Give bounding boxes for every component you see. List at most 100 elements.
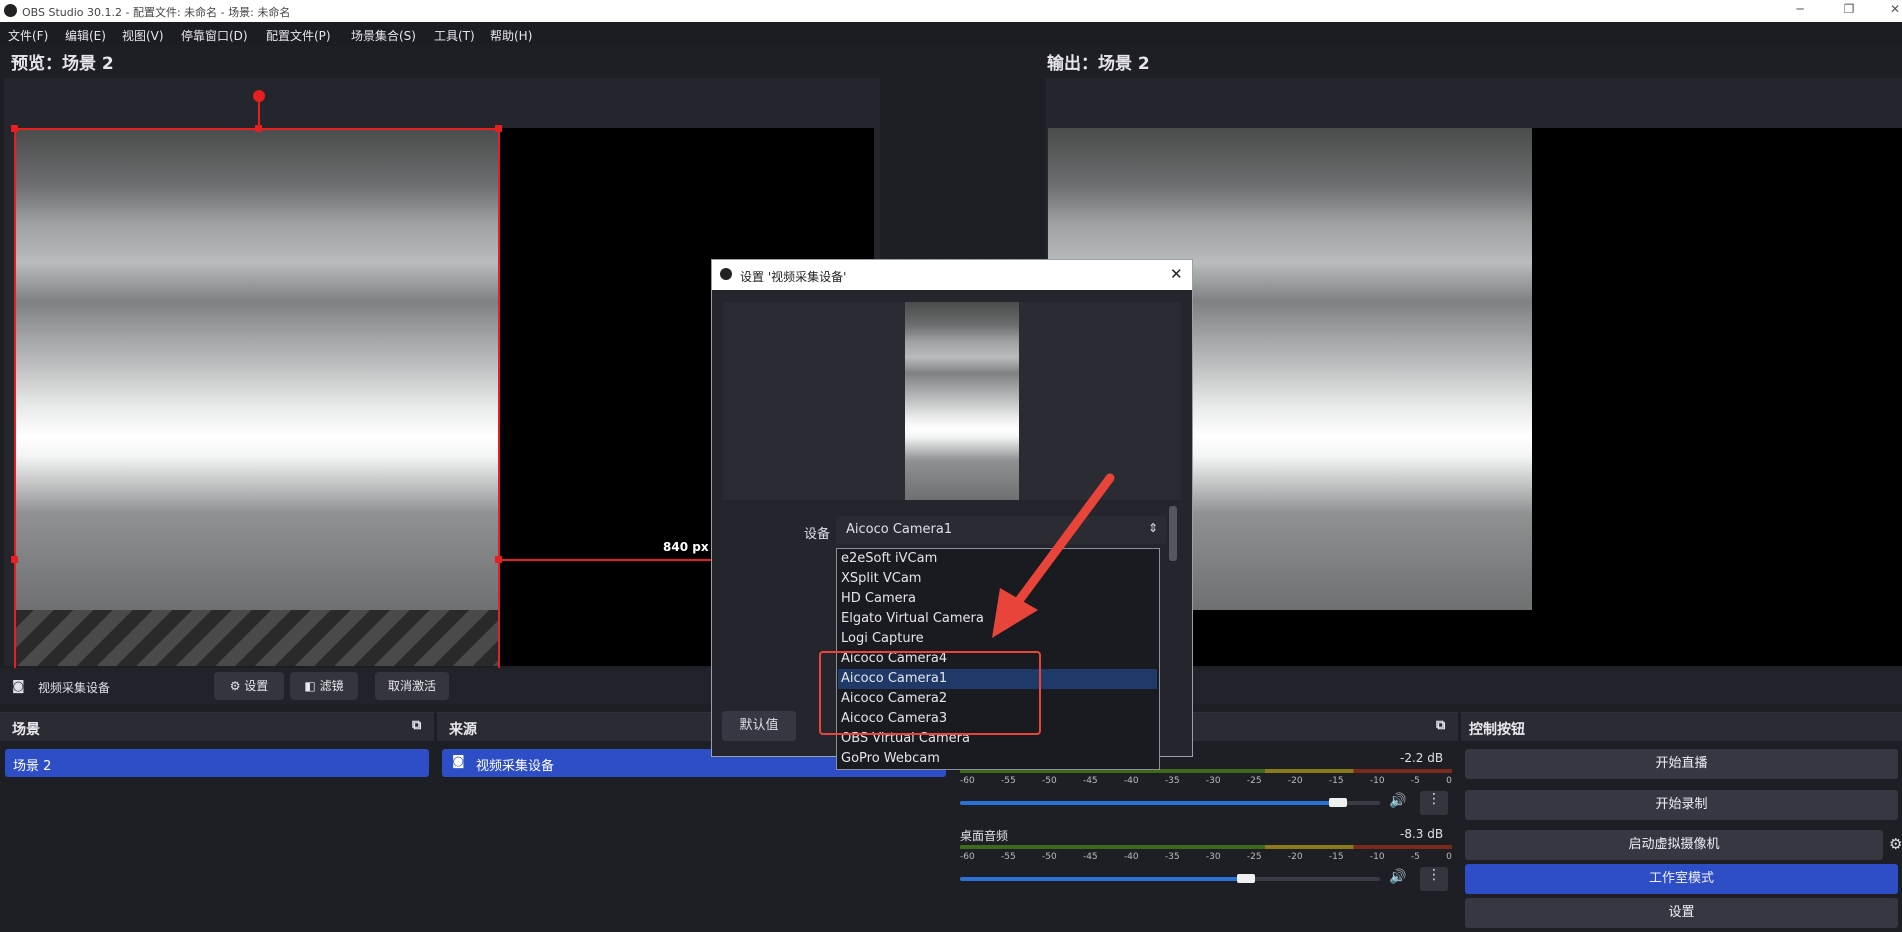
menu-profile[interactable]: 配置文件(P) <box>266 27 331 44</box>
channel-2-menu-button[interactable]: ⋮ <box>1420 867 1448 891</box>
controls-dock-title: 控制按钮 <box>1469 722 1525 738</box>
window-title: OBS Studio 30.1.2 - 配置文件: 未命名 - 场景: 未命名 <box>22 6 291 19</box>
source-settings-label: 设置 <box>244 679 269 693</box>
obs-logo-icon <box>4 4 17 17</box>
scale-tick: -5 <box>1410 852 1420 862</box>
resize-handle-tr[interactable] <box>495 125 502 132</box>
start-streaming-button[interactable]: 开始直播 <box>1465 749 1898 779</box>
obs-logo-icon <box>720 268 732 280</box>
menu-scene-collection[interactable]: 场景集合(S) <box>351 27 416 44</box>
camera-icon: ◙ <box>452 754 465 769</box>
selected-source-name: 视频采集设备 <box>38 681 111 695</box>
scale-tick: -55 <box>1000 852 1016 862</box>
settings-button[interactable]: 设置 <box>1465 898 1898 928</box>
restore-icon[interactable]: ❐ <box>1834 2 1864 16</box>
scenes-dock: 场景 ⧉ 场景 2 <box>0 712 434 932</box>
menu-edit[interactable]: 编辑(E) <box>65 27 106 44</box>
scale-tick: -10 <box>1369 852 1385 862</box>
more-vertical-icon: ⋮ <box>1427 867 1441 883</box>
more-vertical-icon: ⋮ <box>1427 791 1441 807</box>
defaults-button[interactable]: 默认值 <box>722 711 796 741</box>
selection-box[interactable] <box>14 128 500 668</box>
dialog-scrollbar[interactable] <box>1169 506 1177 561</box>
annotation-highlight-box <box>819 651 1041 735</box>
preview-title: 预览：场景 2 <box>11 54 114 74</box>
annotation-arrow <box>992 473 1115 638</box>
channel-2-volume-knob[interactable] <box>1236 874 1255 883</box>
scale-tick: -60 <box>960 776 975 786</box>
channel-1-scale: -60 -55 -50 -45 -40 -35 -30 -25 -20 -15 -10 -5 0 <box>960 776 1452 786</box>
minimize-icon[interactable]: ─ <box>1785 2 1815 16</box>
deactivate-button[interactable]: 取消激活 <box>375 672 449 700</box>
channel-1-volume-knob[interactable] <box>1329 798 1347 807</box>
channel-2-db: -8.3 dB <box>1400 827 1444 841</box>
scene-item-label: 场景 2 <box>13 759 52 774</box>
scale-tick: -15 <box>1328 776 1344 786</box>
start-recording-button[interactable]: 开始录制 <box>1465 790 1898 820</box>
scale-tick: -15 <box>1328 852 1344 862</box>
scenes-dock-title: 场景 <box>12 722 40 738</box>
menu-view[interactable]: 视图(V) <box>122 27 164 44</box>
scale-tick: 0 <box>1446 776 1452 786</box>
menu-file[interactable]: 文件(F) <box>8 27 48 44</box>
channel-2-volume-fill <box>960 877 1246 881</box>
scale-tick: -40 <box>1123 776 1139 786</box>
gear-icon: ⚙ <box>229 679 245 693</box>
close-icon[interactable]: ✕ <box>1170 265 1183 283</box>
dialog-title: 设置 '视频采集设备' <box>740 270 847 284</box>
rotation-handle[interactable] <box>253 90 265 102</box>
scale-tick: -40 <box>1123 852 1139 862</box>
scale-tick: -50 <box>1041 776 1057 786</box>
undock-icon[interactable]: ⧉ <box>1436 718 1445 733</box>
channel-1-menu-button[interactable]: ⋮ <box>1420 791 1448 815</box>
scale-tick: 0 <box>1446 852 1452 862</box>
dialog-title-bar: 设置 '视频采集设备' ✕ <box>712 260 1192 290</box>
resize-handle-left[interactable] <box>11 556 18 563</box>
channel-1-db: -2.2 dB <box>1400 751 1444 765</box>
source-filters-button[interactable]: ◧ 滤镜 <box>290 672 358 700</box>
scale-tick: -20 <box>1287 852 1303 862</box>
scale-tick: -55 <box>1000 776 1016 786</box>
studio-mode-button[interactable]: 工作室模式 <box>1465 864 1898 894</box>
source-settings-button[interactable]: ⚙ 设置 <box>214 672 284 700</box>
close-icon[interactable]: ✕ <box>1880 2 1902 16</box>
scale-tick: -5 <box>1410 776 1420 786</box>
channel-2-volume-slider[interactable] <box>960 874 1380 883</box>
channel-2-meter <box>960 845 1452 849</box>
scale-tick: -45 <box>1082 852 1098 862</box>
program-title: 输出：场景 2 <box>1047 54 1150 74</box>
menu-docks[interactable]: 停靠窗口(D) <box>181 27 248 44</box>
scale-tick: -10 <box>1369 776 1385 786</box>
rotation-handle-stem <box>258 98 260 128</box>
window-title-bar: OBS Studio 30.1.2 - 配置文件: 未命名 - 场景: 未命名 … <box>0 0 1902 22</box>
channel-2-name: 桌面音频 <box>960 829 1009 843</box>
channel-1-volume-slider[interactable] <box>960 798 1380 807</box>
undock-icon[interactable]: ⧉ <box>412 718 421 733</box>
sources-dock-title: 来源 <box>449 722 477 738</box>
menu-help[interactable]: 帮助(H) <box>490 27 532 44</box>
device-option[interactable]: GoPro Webcam <box>841 749 1157 769</box>
filter-icon: ◧ <box>304 679 320 693</box>
resize-handle-right[interactable] <box>495 556 502 563</box>
channel-1-volume-fill <box>960 801 1338 805</box>
gear-icon[interactable]: ⚙ <box>1889 835 1902 853</box>
speaker-icon[interactable]: 🔊 <box>1389 793 1406 809</box>
speaker-icon[interactable]: 🔊 <box>1389 869 1406 885</box>
scale-tick: -50 <box>1041 852 1057 862</box>
scale-tick: -20 <box>1287 776 1303 786</box>
updown-arrows-icon: ⇕ <box>1148 521 1159 535</box>
start-virtual-camera-button[interactable]: 启动虚拟摄像机 <box>1465 830 1883 860</box>
scenes-dock-header: 场景 ⧉ <box>0 713 434 741</box>
scale-tick: -30 <box>1205 776 1221 786</box>
scale-tick: -35 <box>1164 776 1180 786</box>
menu-tools[interactable]: 工具(T) <box>434 27 475 44</box>
source-item-label: 视频采集设备 <box>476 759 555 774</box>
scene-item[interactable]: 场景 2 <box>5 749 429 777</box>
controls-dock-header: 控制按钮 <box>1461 713 1902 741</box>
scale-tick: -60 <box>960 852 975 862</box>
resize-handle-tl[interactable] <box>11 125 18 132</box>
camera-icon: ◙ <box>12 679 25 694</box>
controls-dock: 控制按钮 开始直播 开始录制 启动虚拟摄像机 ⚙ 工作室模式 设置 <box>1461 712 1902 932</box>
device-label: 设备 <box>804 527 831 542</box>
scale-tick: -30 <box>1205 852 1221 862</box>
